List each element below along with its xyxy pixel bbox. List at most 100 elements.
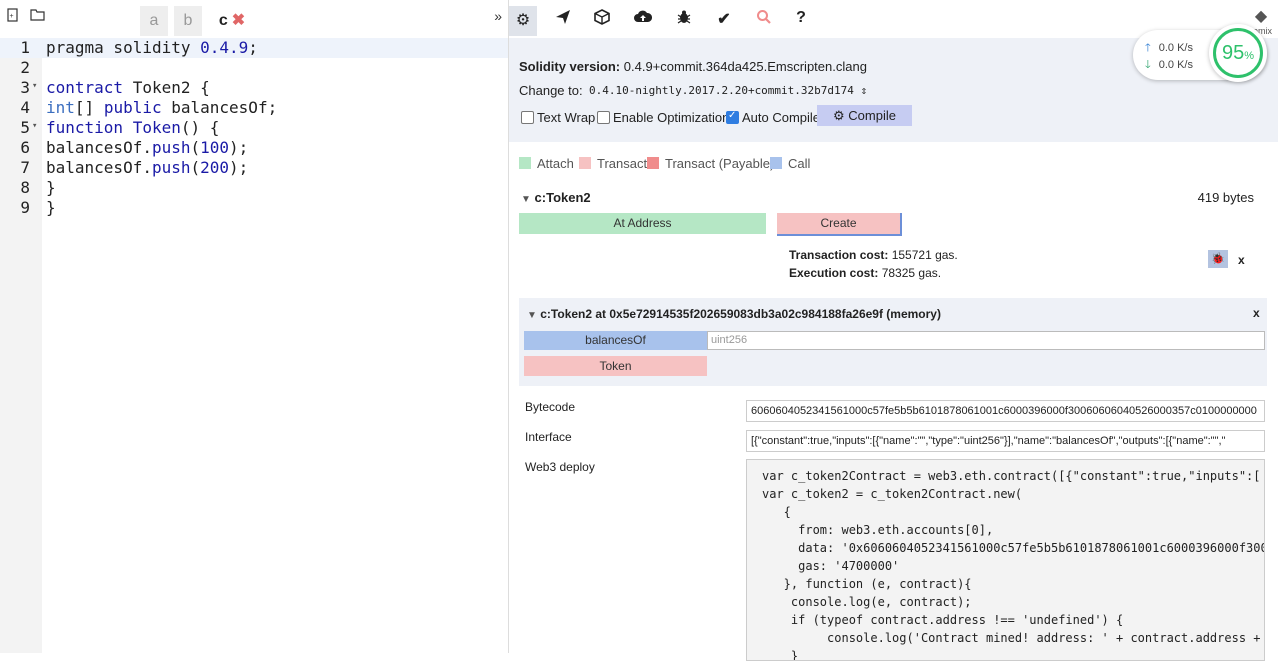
code-text: contract Token2 {	[46, 78, 210, 97]
code-line: 8 }	[0, 178, 508, 198]
legend-swatch	[519, 157, 531, 169]
gauge-ring: 95%	[1213, 28, 1263, 78]
legend-swatch	[647, 157, 659, 169]
run-tab[interactable]	[551, 9, 575, 31]
right-panel: ⚙ ✔ ? ◆ remix Solidity version: 0.4.9+co…	[509, 0, 1278, 661]
checkbox-box[interactable]	[597, 111, 610, 124]
legend-swatch	[579, 157, 591, 169]
bug-icon	[677, 10, 691, 24]
create-button[interactable]: Create	[777, 213, 902, 236]
transaction-cost: Transaction cost: 155721 gas.	[789, 248, 958, 262]
close-result-button[interactable]: x	[1238, 253, 1245, 267]
line-number: 6	[20, 138, 30, 157]
tab-c[interactable]: c ✖	[208, 6, 256, 36]
checkbox-box[interactable]	[521, 111, 534, 124]
checkbox-label: Text Wrap	[537, 110, 596, 125]
code-editor[interactable]: 1 pragma solidity 0.4.9; 2 3 ▾ contract …	[0, 38, 508, 653]
debug-button[interactable]: 🐞	[1208, 250, 1228, 268]
code-line: 9 }	[0, 198, 508, 218]
code-line: gas: '4700000'	[762, 559, 900, 573]
line-number: 3	[20, 78, 30, 97]
code-line: {	[762, 505, 791, 519]
contract-header[interactable]: ▼ c:Token2	[521, 190, 591, 205]
code-line: }, function (e, contract){	[762, 577, 972, 591]
editor-pane: + a b c ✖ » 1 pragma solidity 0.4.9; 2 3 …	[0, 0, 509, 653]
instance-title: c:Token2 at 0x5e72914535f202659083db3a02…	[540, 307, 941, 321]
fold-arrow-icon[interactable]: ▾	[32, 81, 37, 91]
code-text: balancesOf.push(200);	[46, 158, 249, 177]
tab-label: c	[218, 12, 228, 29]
files-tab[interactable]	[590, 9, 614, 31]
enable-optimization-checkbox[interactable]: Enable Optimization	[597, 110, 729, 125]
code-line: 6 balancesOf.push(100);	[0, 138, 508, 158]
select-arrows-icon: ⇕	[860, 84, 868, 97]
close-tab-icon[interactable]: ✖	[232, 12, 245, 29]
code-line: console.log(e, contract);	[762, 595, 972, 609]
bytecode-field[interactable]: 6060604052341561000c57fe5b5b610187806100…	[746, 400, 1265, 422]
legend-transact-payable: Transact (Payable)	[647, 156, 774, 171]
compile-button[interactable]: ⚙ Compile	[817, 105, 912, 126]
cube-icon	[594, 9, 610, 25]
balances-of-button[interactable]: balancesOf	[524, 331, 707, 350]
change-to-label: Change to:	[519, 83, 583, 98]
checkbox-label: Enable Optimization	[613, 110, 730, 125]
interface-field[interactable]: [{"constant":true,"inputs":[{"name":"","…	[746, 430, 1265, 452]
legend-label: Transact (Payable)	[665, 156, 775, 171]
text-wrap-checkbox[interactable]: Text Wrap	[521, 110, 595, 125]
new-file-icon[interactable]: +	[6, 8, 20, 25]
code-text: int[] public balancesOf;	[46, 98, 278, 117]
collapse-chevron-icon[interactable]: »	[494, 8, 502, 24]
settings-tab[interactable]: ⚙	[509, 6, 537, 36]
input-placeholder: uint256	[711, 334, 748, 346]
web3-deploy-code[interactable]: var c_token2Contract = web3.eth.contract…	[746, 459, 1265, 661]
compile-label: Compile	[848, 108, 896, 123]
cloud-upload-icon	[634, 10, 653, 22]
editor-topbar: + a b c ✖ »	[0, 0, 508, 38]
code-line: var c_token2Contract = web3.eth.contract…	[762, 469, 1261, 483]
checkbox-box[interactable]	[726, 110, 739, 124]
code-text: function Token() {	[46, 118, 220, 137]
line-number: 9	[20, 198, 30, 217]
balances-of-input[interactable]: uint256	[707, 331, 1265, 350]
code-line: 3 ▾ contract Token2 {	[0, 78, 508, 98]
search-icon	[757, 10, 771, 24]
bytecode-label: Bytecode	[525, 400, 576, 414]
fold-arrow-icon[interactable]: ▾	[32, 121, 37, 131]
publish-tab[interactable]	[631, 9, 655, 31]
tab-a[interactable]: a	[140, 6, 168, 36]
open-folder-icon[interactable]	[30, 8, 45, 24]
memory-gauge[interactable]: 95%	[1209, 24, 1267, 82]
contract-size: 419 bytes	[1197, 190, 1254, 205]
tab-b[interactable]: b	[174, 6, 202, 36]
download-value: 0.0 K/s	[1158, 59, 1193, 71]
code-text: }	[46, 198, 56, 217]
at-address-button[interactable]: At Address	[519, 213, 766, 234]
version-value: 0.4.9+commit.364da425.Emscripten.clang	[623, 59, 867, 74]
web3-deploy-label: Web3 deploy	[525, 460, 595, 474]
tab-label: b	[183, 12, 193, 29]
line-number: 5	[20, 118, 30, 137]
legend-label: Transact	[597, 156, 648, 171]
legend-call: Call	[770, 156, 810, 171]
instance-header[interactable]: ▼ c:Token2 at 0x5e72914535f202659083db3a…	[527, 307, 941, 321]
compiler-version-select[interactable]: 0.4.10-nightly.2017.2.20+commit.32b7d174…	[589, 84, 867, 97]
analysis-tab[interactable]: ✔	[712, 9, 736, 31]
code-line: 5 ▾ function Token() {	[0, 118, 508, 138]
bug-icon: 🐞	[1211, 253, 1225, 265]
upload-value: 0.0 K/s	[1158, 42, 1193, 54]
contract-name: c:Token2	[534, 190, 591, 205]
code-line: var c_token2 = c_token2Contract.new(	[762, 487, 1023, 501]
auto-compile-checkbox[interactable]: Auto Compile	[726, 110, 820, 125]
legend-label: Attach	[537, 156, 574, 171]
token-button[interactable]: Token	[524, 356, 707, 376]
search-tab[interactable]	[752, 9, 776, 31]
close-instance-button[interactable]: x	[1253, 306, 1260, 320]
exec-cost-label: Execution cost:	[789, 266, 879, 280]
code-line: from: web3.eth.accounts[0],	[762, 523, 994, 537]
tx-cost-value: 155721 gas.	[891, 248, 958, 262]
code-line: 1 pragma solidity 0.4.9;	[0, 38, 508, 58]
code-line: if (typeof contract.address !== 'undefin…	[762, 613, 1124, 627]
gear-icon: ⚙	[833, 108, 845, 123]
debugger-tab[interactable]	[672, 9, 696, 31]
help-tab[interactable]: ?	[789, 9, 813, 31]
